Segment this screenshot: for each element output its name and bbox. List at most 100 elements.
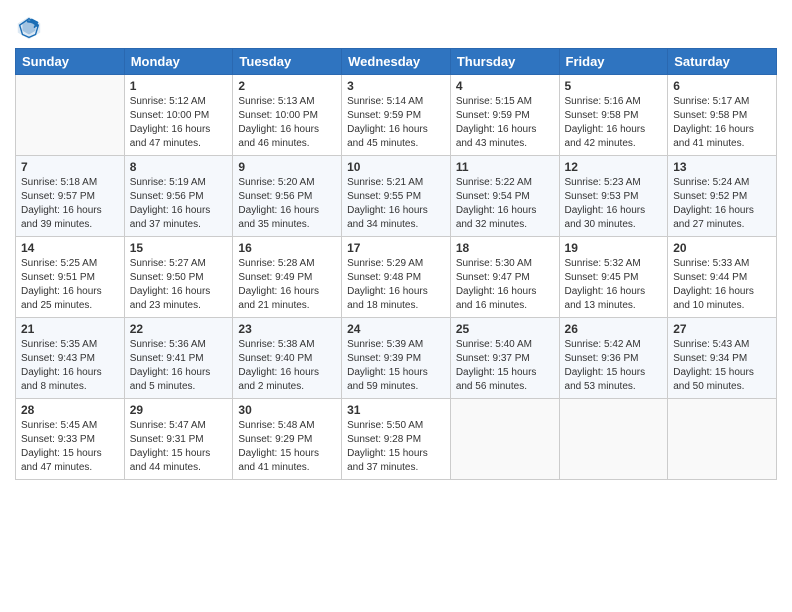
day-number: 13 <box>673 160 771 174</box>
day-number: 28 <box>21 403 119 417</box>
day-number: 20 <box>673 241 771 255</box>
calendar-day-cell: 27 Sunrise: 5:43 AM Sunset: 9:34 PM Dayli… <box>668 318 777 399</box>
calendar-week-row: 28 Sunrise: 5:45 AM Sunset: 9:33 PM Dayli… <box>16 399 777 480</box>
calendar-week-row: 7 Sunrise: 5:18 AM Sunset: 9:57 PM Daylig… <box>16 156 777 237</box>
calendar-day-cell: 16 Sunrise: 5:28 AM Sunset: 9:49 PM Dayli… <box>233 237 342 318</box>
day-info: Sunrise: 5:48 AM Sunset: 9:29 PM Dayligh… <box>238 419 336 475</box>
day-number: 31 <box>347 403 445 417</box>
day-number: 6 <box>673 79 771 93</box>
day-info: Sunrise: 5:40 AM Sunset: 9:37 PM Dayligh… <box>456 338 554 394</box>
calendar-day-cell: 6Sunrise: 5:17 AM Sunset: 9:58 PM Daylig… <box>668 75 777 156</box>
calendar-day-cell: 18Sunrise: 5:30 AM Sunset: 9:47 PM Dayli… <box>450 237 559 318</box>
calendar-day-cell: 2 Sunrise: 5:13 AM Sunset: 10:00 PM Dayli… <box>233 75 342 156</box>
calendar-day-cell: 9 Sunrise: 5:20 AM Sunset: 9:56 PM Daylig… <box>233 156 342 237</box>
day-info: Sunrise: 5:20 AM Sunset: 9:56 PM Dayligh… <box>238 176 336 232</box>
day-number: 5 <box>565 79 663 93</box>
day-number: 1 <box>130 79 228 93</box>
day-info: Sunrise: 5:29 AM Sunset: 9:48 PM Dayligh… <box>347 257 445 313</box>
calendar-day-cell: 1 Sunrise: 5:12 AM Sunset: 10:00 PM Dayli… <box>124 75 233 156</box>
day-info: Sunrise: 5:13 AM Sunset: 10:00 PM Daylig… <box>238 95 336 151</box>
day-number: 4 <box>456 79 554 93</box>
calendar-day-cell <box>16 75 125 156</box>
calendar-day-cell: 4 Sunrise: 5:15 AM Sunset: 9:59 PM Daylig… <box>450 75 559 156</box>
calendar-week-row: 14 Sunrise: 5:25 AM Sunset: 9:51 PM Dayli… <box>16 237 777 318</box>
day-number: 26 <box>565 322 663 336</box>
calendar-day-cell: 12 Sunrise: 5:23 AM Sunset: 9:53 PM Dayli… <box>559 156 668 237</box>
weekday-header: Monday <box>124 49 233 75</box>
calendar-day-cell <box>559 399 668 480</box>
day-info: Sunrise: 5:42 AM Sunset: 9:36 PM Dayligh… <box>565 338 663 394</box>
day-number: 11 <box>456 160 554 174</box>
day-info: Sunrise: 5:25 AM Sunset: 9:51 PM Dayligh… <box>21 257 119 313</box>
day-number: 17 <box>347 241 445 255</box>
day-info: Sunrise: 5:45 AM Sunset: 9:33 PM Dayligh… <box>21 419 119 475</box>
weekday-header: Thursday <box>450 49 559 75</box>
calendar-day-cell <box>450 399 559 480</box>
day-number: 2 <box>238 79 336 93</box>
calendar-day-cell <box>668 399 777 480</box>
calendar-day-cell: 8 Sunrise: 5:19 AM Sunset: 9:56 PM Daylig… <box>124 156 233 237</box>
day-info: Sunrise: 5:23 AM Sunset: 9:53 PM Dayligh… <box>565 176 663 232</box>
weekday-header: Saturday <box>668 49 777 75</box>
calendar-day-cell: 21Sunrise: 5:35 AM Sunset: 9:43 PM Dayli… <box>16 318 125 399</box>
day-number: 19 <box>565 241 663 255</box>
day-info: Sunrise: 5:36 AM Sunset: 9:41 PM Dayligh… <box>130 338 228 394</box>
calendar-day-cell: 19 Sunrise: 5:32 AM Sunset: 9:45 PM Dayli… <box>559 237 668 318</box>
day-info: Sunrise: 5:18 AM Sunset: 9:57 PM Dayligh… <box>21 176 119 232</box>
calendar-day-cell: 3Sunrise: 5:14 AM Sunset: 9:59 PM Daylig… <box>342 75 451 156</box>
day-number: 8 <box>130 160 228 174</box>
day-info: Sunrise: 5:47 AM Sunset: 9:31 PM Dayligh… <box>130 419 228 475</box>
day-number: 30 <box>238 403 336 417</box>
calendar-day-cell: 31 Sunrise: 5:50 AM Sunset: 9:28 PM Dayli… <box>342 399 451 480</box>
day-number: 23 <box>238 322 336 336</box>
day-info: Sunrise: 5:33 AM Sunset: 9:44 PM Dayligh… <box>673 257 771 313</box>
day-info: Sunrise: 5:30 AM Sunset: 9:47 PM Dayligh… <box>456 257 554 313</box>
day-number: 12 <box>565 160 663 174</box>
day-info: Sunrise: 5:22 AM Sunset: 9:54 PM Dayligh… <box>456 176 554 232</box>
calendar-day-cell: 26 Sunrise: 5:42 AM Sunset: 9:36 PM Dayli… <box>559 318 668 399</box>
calendar-day-cell: 5 Sunrise: 5:16 AM Sunset: 9:58 PM Daylig… <box>559 75 668 156</box>
calendar-day-cell: 20 Sunrise: 5:33 AM Sunset: 9:44 PM Dayli… <box>668 237 777 318</box>
page: SundayMondayTuesdayWednesdayThursdayFrid… <box>0 0 792 495</box>
day-info: Sunrise: 5:15 AM Sunset: 9:59 PM Dayligh… <box>456 95 554 151</box>
day-number: 9 <box>238 160 336 174</box>
calendar-day-cell: 23 Sunrise: 5:38 AM Sunset: 9:40 PM Dayli… <box>233 318 342 399</box>
day-info: Sunrise: 5:32 AM Sunset: 9:45 PM Dayligh… <box>565 257 663 313</box>
calendar-table: SundayMondayTuesdayWednesdayThursdayFrid… <box>15 48 777 480</box>
calendar-week-row: 1 Sunrise: 5:12 AM Sunset: 10:00 PM Dayli… <box>16 75 777 156</box>
logo <box>15 14 45 42</box>
day-info: Sunrise: 5:16 AM Sunset: 9:58 PM Dayligh… <box>565 95 663 151</box>
calendar-day-cell: 22 Sunrise: 5:36 AM Sunset: 9:41 PM Dayli… <box>124 318 233 399</box>
day-number: 7 <box>21 160 119 174</box>
calendar-day-cell: 25Sunrise: 5:40 AM Sunset: 9:37 PM Dayli… <box>450 318 559 399</box>
weekday-header: Tuesday <box>233 49 342 75</box>
day-info: Sunrise: 5:19 AM Sunset: 9:56 PM Dayligh… <box>130 176 228 232</box>
day-number: 22 <box>130 322 228 336</box>
day-info: Sunrise: 5:27 AM Sunset: 9:50 PM Dayligh… <box>130 257 228 313</box>
day-info: Sunrise: 5:50 AM Sunset: 9:28 PM Dayligh… <box>347 419 445 475</box>
day-number: 21 <box>21 322 119 336</box>
day-number: 14 <box>21 241 119 255</box>
logo-icon <box>15 14 43 42</box>
calendar-day-cell: 13 Sunrise: 5:24 AM Sunset: 9:52 PM Dayli… <box>668 156 777 237</box>
calendar-day-cell: 11 Sunrise: 5:22 AM Sunset: 9:54 PM Dayli… <box>450 156 559 237</box>
calendar-day-cell: 14 Sunrise: 5:25 AM Sunset: 9:51 PM Dayli… <box>16 237 125 318</box>
day-info: Sunrise: 5:21 AM Sunset: 9:55 PM Dayligh… <box>347 176 445 232</box>
day-number: 16 <box>238 241 336 255</box>
day-info: Sunrise: 5:28 AM Sunset: 9:49 PM Dayligh… <box>238 257 336 313</box>
day-info: Sunrise: 5:24 AM Sunset: 9:52 PM Dayligh… <box>673 176 771 232</box>
header <box>15 10 777 42</box>
day-info: Sunrise: 5:12 AM Sunset: 10:00 PM Daylig… <box>130 95 228 151</box>
weekday-header: Friday <box>559 49 668 75</box>
day-info: Sunrise: 5:38 AM Sunset: 9:40 PM Dayligh… <box>238 338 336 394</box>
calendar-day-cell: 15 Sunrise: 5:27 AM Sunset: 9:50 PM Dayli… <box>124 237 233 318</box>
calendar-day-cell: 10Sunrise: 5:21 AM Sunset: 9:55 PM Dayli… <box>342 156 451 237</box>
day-info: Sunrise: 5:43 AM Sunset: 9:34 PM Dayligh… <box>673 338 771 394</box>
day-info: Sunrise: 5:39 AM Sunset: 9:39 PM Dayligh… <box>347 338 445 394</box>
weekday-header: Sunday <box>16 49 125 75</box>
day-info: Sunrise: 5:14 AM Sunset: 9:59 PM Dayligh… <box>347 95 445 151</box>
calendar-day-cell: 29Sunrise: 5:47 AM Sunset: 9:31 PM Dayli… <box>124 399 233 480</box>
calendar-day-cell: 28 Sunrise: 5:45 AM Sunset: 9:33 PM Dayli… <box>16 399 125 480</box>
day-number: 27 <box>673 322 771 336</box>
day-number: 15 <box>130 241 228 255</box>
